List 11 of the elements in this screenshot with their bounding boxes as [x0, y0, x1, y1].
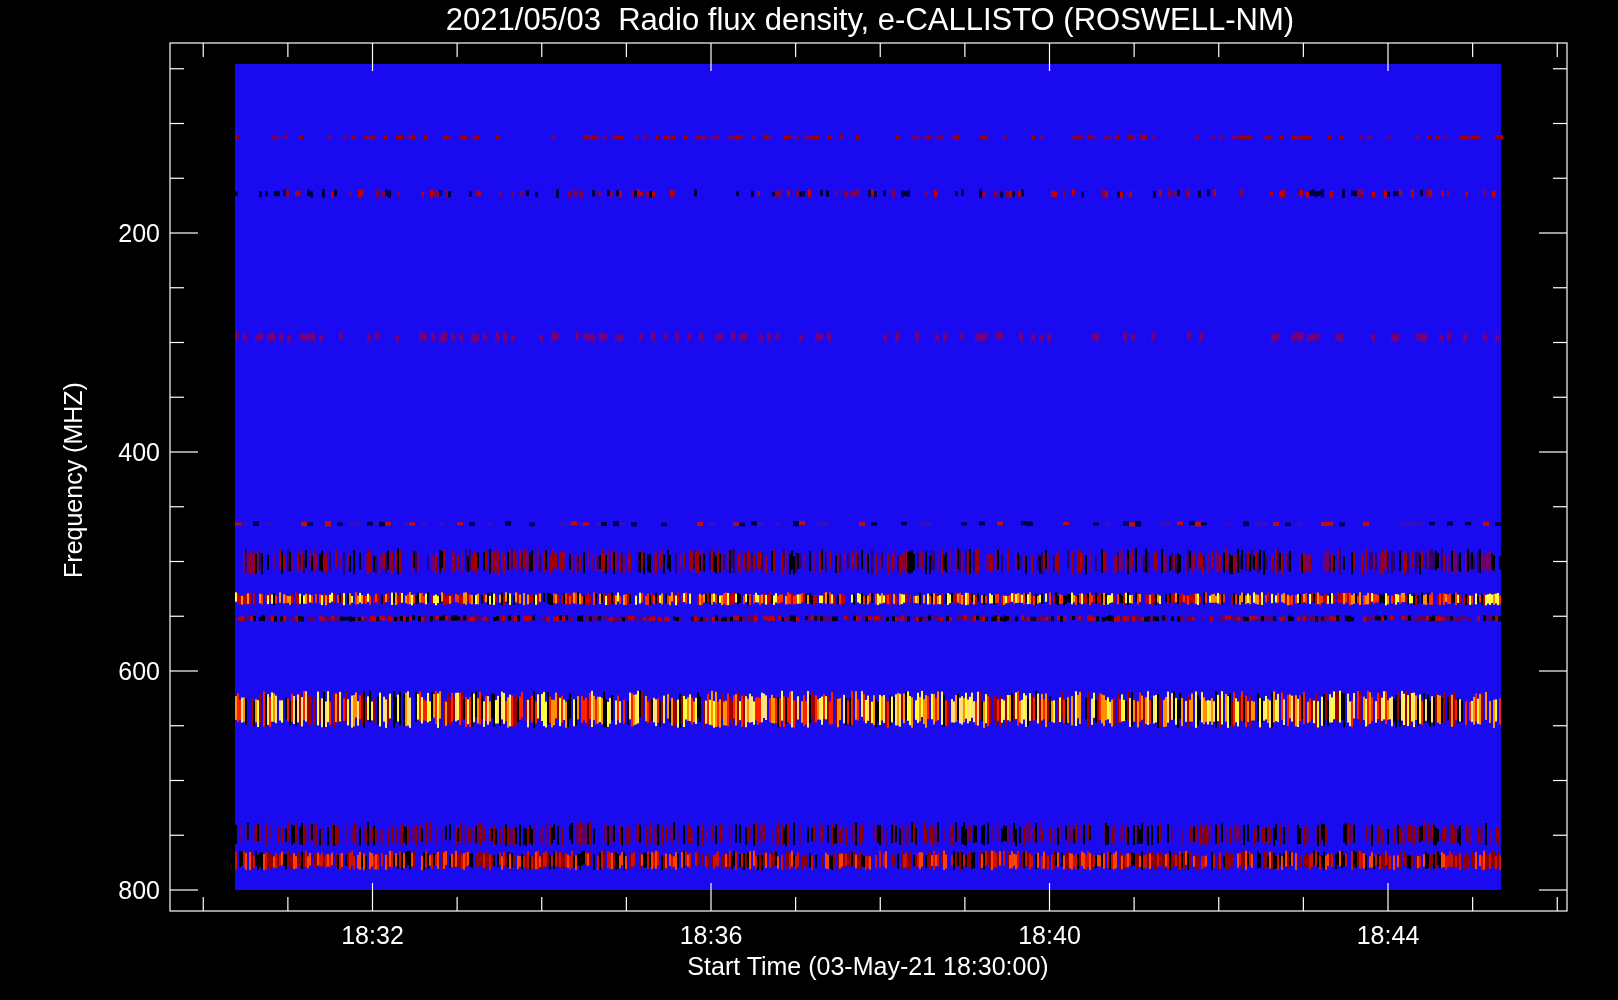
y-tick-label: 800: [118, 876, 160, 904]
x-tick-label: 18:32: [341, 921, 404, 949]
x-tick-label: 18:36: [679, 921, 743, 949]
x-axis-label: Start Time (03-May-21 18:30:00): [687, 952, 1049, 980]
chart-title: 2021/05/03 Radio flux density, e-CALLISTO (ROSWELL-NM): [445, 2, 1295, 37]
y-axis-label: Frequency (MHZ): [59, 382, 87, 578]
y-tick-label: 600: [118, 657, 160, 685]
x-tick-label: 18:40: [1018, 921, 1081, 949]
y-tick-label: 400: [118, 438, 160, 466]
y-tick-label: 200: [118, 219, 160, 247]
x-tick-label: 18:44: [1356, 921, 1420, 949]
